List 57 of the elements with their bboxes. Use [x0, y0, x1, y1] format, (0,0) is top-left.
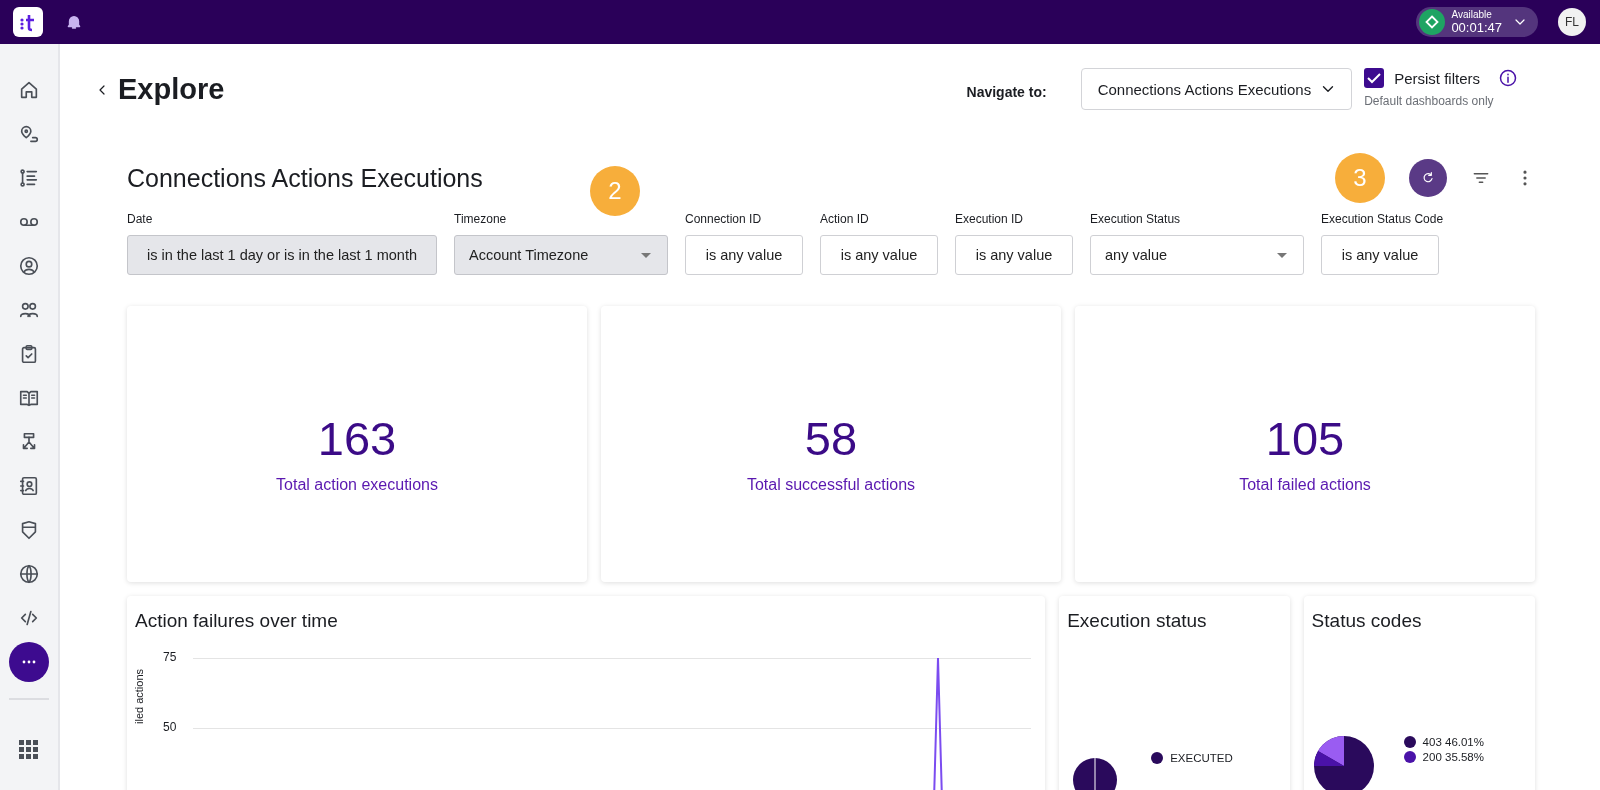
- kpi-label: Total failed actions: [1239, 475, 1371, 494]
- filter-label: Execution Status: [1090, 212, 1182, 226]
- filter-field[interactable]: is in the last 1 day or is in the last 1 month: [127, 235, 437, 275]
- diamond-icon: [1425, 15, 1440, 29]
- route-icon[interactable]: [18, 123, 40, 145]
- filter-label: Execution ID: [955, 212, 1025, 226]
- user-circle-icon[interactable]: [18, 255, 40, 277]
- filter-dropdown[interactable]: any value: [1090, 235, 1304, 275]
- chart-title: Status codes: [1311, 610, 1423, 632]
- more-button[interactable]: [9, 642, 49, 682]
- filter-field[interactable]: is any value: [955, 235, 1073, 275]
- filter-label: Connection ID: [685, 212, 763, 226]
- chart-title: Action failures over time: [135, 610, 339, 632]
- more-dots-icon: [22, 660, 36, 664]
- kpi-value: 58: [804, 410, 858, 466]
- filter-dropdown[interactable]: Account Timezone: [454, 235, 668, 275]
- info-icon[interactable]: [1498, 68, 1518, 88]
- kpi-label: Total successful actions: [746, 475, 916, 494]
- dashboard-title: Connections Actions Executions: [127, 163, 483, 193]
- chart-title: Execution status: [1067, 610, 1208, 632]
- bell-icon[interactable]: [65, 13, 83, 31]
- kpi-value: 105: [1265, 410, 1345, 466]
- pie-chart-drawing: [1313, 736, 1374, 790]
- legend-label: 403 46.01%: [1422, 736, 1484, 748]
- filter-label: Execution Status Code: [1321, 212, 1444, 226]
- dropdown-triangle-icon: [1277, 252, 1287, 258]
- dropdown-triangle-icon: [641, 252, 651, 258]
- home-icon[interactable]: [18, 79, 40, 101]
- navigate-dropdown[interactable]: Connections Actions Executions: [1080, 68, 1353, 110]
- page-title: Explore: [118, 73, 225, 106]
- persist-label: Persist filters: [1394, 69, 1480, 87]
- callout-marker: 3: [1335, 153, 1385, 203]
- y-tick-label: 50: [163, 720, 177, 734]
- list-icon[interactable]: [18, 167, 40, 189]
- callout-marker: 2: [590, 166, 640, 216]
- user-avatar[interactable]: FL: [1558, 8, 1586, 36]
- contact-book-icon[interactable]: [18, 475, 40, 497]
- filter-field[interactable]: is any value: [1321, 235, 1439, 275]
- persist-hint: Default dashboards only: [1364, 94, 1495, 108]
- filter-label: Date: [127, 212, 154, 226]
- status-selector[interactable]: Available 00:01:47: [1416, 7, 1538, 37]
- filter-field[interactable]: is any value: [820, 235, 938, 275]
- refresh-button[interactable]: [1409, 159, 1447, 197]
- legend-label: EXECUTED: [1170, 752, 1233, 764]
- y-axis-title: iled actions: [133, 668, 145, 724]
- app-logo-icon[interactable]: [13, 7, 43, 37]
- globe-icon[interactable]: [18, 563, 40, 585]
- kpi-value: 163: [317, 410, 397, 466]
- filter-label: Action ID: [820, 212, 870, 226]
- filter-label: Timezone: [454, 212, 508, 226]
- y-tick-label: 75: [163, 650, 177, 664]
- filter-field[interactable]: is any value: [685, 235, 803, 275]
- navigate-label: Navigate to:: [966, 84, 1047, 100]
- legend-label: 200 35.58%: [1422, 751, 1484, 763]
- apps-grid-icon[interactable]: [19, 740, 39, 760]
- persist-checkbox[interactable]: [1364, 68, 1385, 88]
- kpi-label: Total action executions: [276, 475, 438, 494]
